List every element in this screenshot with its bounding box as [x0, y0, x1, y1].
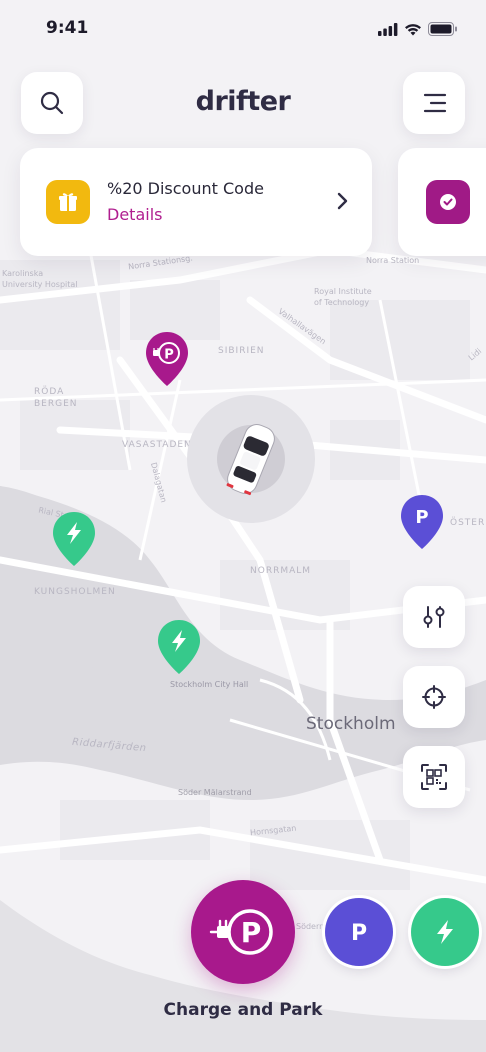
- crosshair-icon: [422, 685, 446, 709]
- svg-text:P: P: [241, 916, 262, 949]
- charging-pin[interactable]: [156, 618, 202, 676]
- selected-category-label: Charge and Park: [163, 1000, 323, 1020]
- map-label-sibirien: SIBIRIEN: [218, 346, 265, 356]
- badge-check-icon: [426, 180, 470, 224]
- promo-title: %20 Discount Code: [107, 179, 264, 198]
- map-label-karolinska: Karolinska University Hospital: [2, 269, 78, 289]
- promo-card-discount[interactable]: %20 Discount Code Details: [20, 148, 372, 256]
- charging-pin[interactable]: [51, 510, 97, 568]
- parking-filter-button[interactable]: P: [325, 898, 393, 966]
- svg-text:P: P: [164, 348, 174, 363]
- charge-and-park-button[interactable]: P: [191, 880, 295, 984]
- chevron-right-icon[interactable]: [330, 189, 354, 213]
- promo-card-second[interactable]: [398, 148, 486, 256]
- menu-button[interactable]: [403, 72, 465, 134]
- status-icons: [378, 22, 458, 36]
- filter-sliders-icon: [423, 606, 445, 628]
- map-label-vasastaden: VASASTADEN: [122, 440, 192, 450]
- gift-icon: [46, 180, 90, 224]
- svg-text:P: P: [415, 507, 428, 528]
- charge-park-pin[interactable]: P: [144, 330, 190, 388]
- parking-icon: P: [351, 921, 367, 946]
- parking-pin[interactable]: P: [399, 493, 445, 551]
- locate-me-button[interactable]: [403, 666, 465, 728]
- battery-icon: [428, 22, 457, 36]
- qr-scan-button[interactable]: [403, 746, 465, 808]
- car-marker[interactable]: [186, 394, 316, 524]
- signal-icon: [378, 22, 398, 36]
- menu-icon: [423, 93, 447, 113]
- status-time: 9:41: [46, 18, 89, 38]
- charging-filter-button[interactable]: [411, 898, 479, 966]
- map-label-city-hall: Stockholm City Hall: [170, 680, 249, 689]
- lightning-icon: [437, 920, 453, 944]
- map-label-norra-station: Norra Station: [366, 256, 420, 265]
- map-label-soder-malarstrand: Söder Mälarstrand: [178, 788, 252, 797]
- charge-park-icon: P: [209, 909, 273, 955]
- filter-button[interactable]: [403, 586, 465, 648]
- map-label-ostermalm: ÖSTER: [450, 518, 486, 528]
- map-label-sodern: Södern: [296, 922, 325, 931]
- qr-code-icon: [421, 764, 447, 790]
- status-bar: 9:41: [0, 0, 486, 56]
- map-label-stockholm: Stockholm: [306, 714, 396, 734]
- map-label-royal-institute: Royal Institute of Technology: [314, 287, 372, 307]
- svg-text:P: P: [351, 921, 367, 946]
- wifi-icon: [405, 23, 421, 35]
- map-label-norrmalm: NORRMALM: [250, 566, 312, 576]
- map-label-roda-bergen: RÖDA BERGEN: [34, 387, 78, 409]
- map-label-kungsholmen: KUNGSHOLMEN: [34, 587, 116, 597]
- promo-details-link[interactable]: Details: [107, 205, 162, 224]
